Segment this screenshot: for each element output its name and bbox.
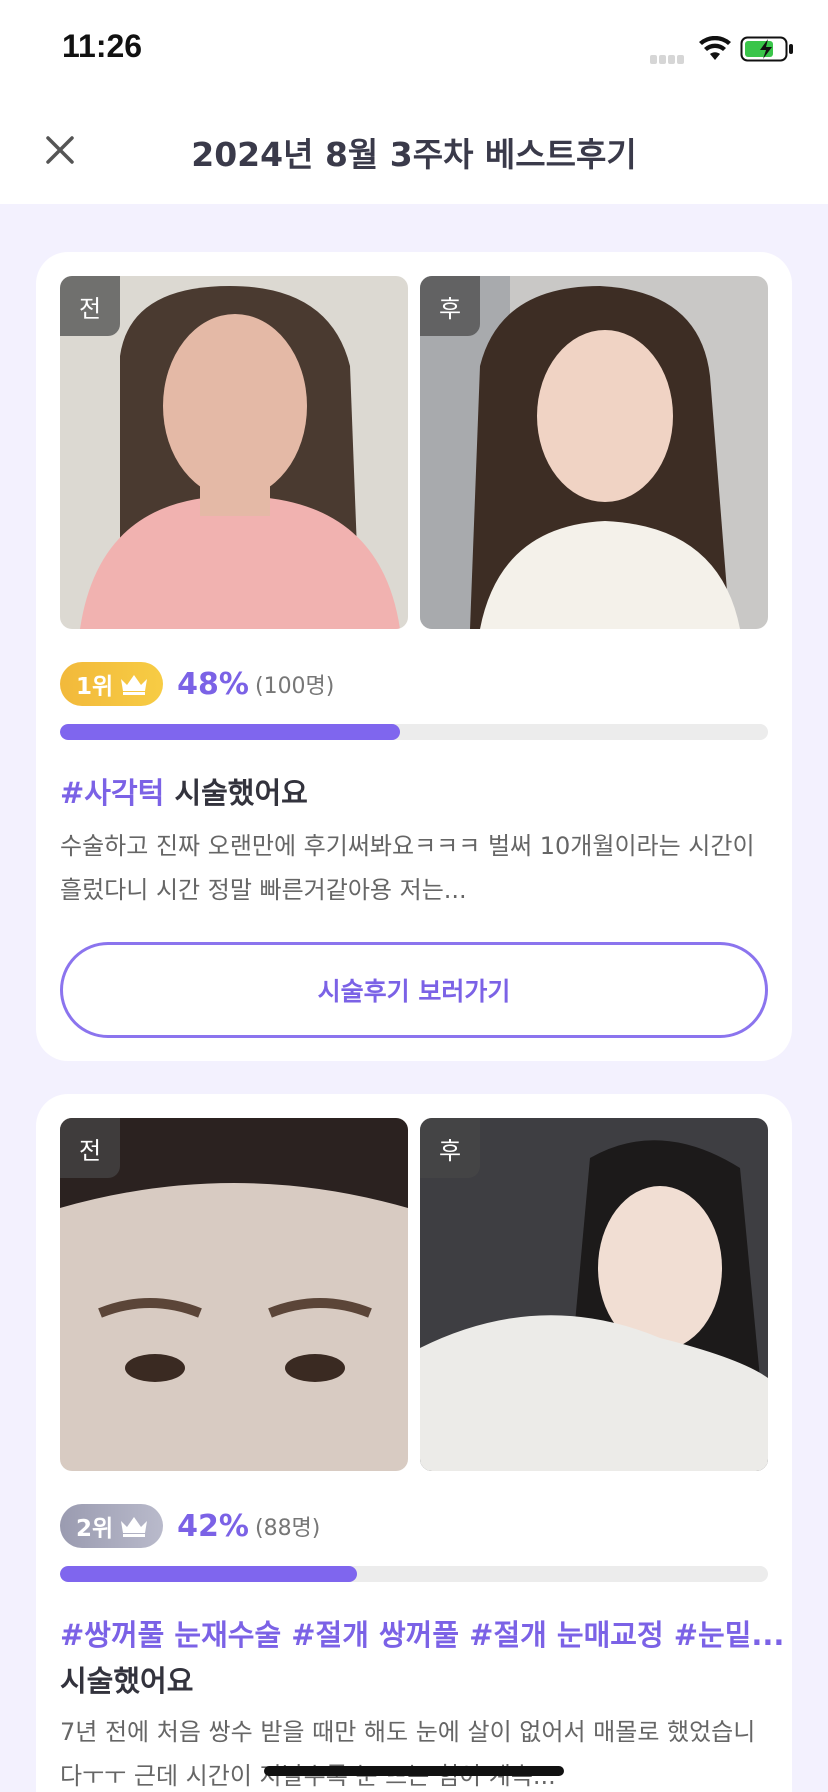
- after-photo[interactable]: 후: [420, 1118, 768, 1471]
- wifi-icon: [699, 36, 731, 60]
- page-title: 2024년 8월 3주차 베스트후기: [191, 135, 637, 174]
- vote-progress-bar: [60, 724, 768, 740]
- review-excerpt: 수술하고 진짜 오랜만에 후기써봐요ㅋㅋㅋ 벌써 10개월이라는 시간이 흘렀다…: [60, 832, 755, 904]
- before-label: 전: [60, 276, 120, 336]
- rank-badge: 2위: [60, 1504, 164, 1548]
- after-label: 후: [420, 276, 480, 336]
- vote-progress-fill: [60, 724, 400, 740]
- review-title: #쌍꺼풀 눈재수술 #절개 쌍꺼풀 #절개 눈매교정 #눈밑... 시술했어요: [60, 1612, 784, 1704]
- review-title-suffix: 시술했어요: [164, 776, 308, 810]
- crown-icon: [121, 675, 148, 695]
- rank-badge: 1위: [60, 662, 164, 706]
- review-card[interactable]: 전 후 1위 48% (100명) #사각턱 시술했어요 수술하고 진짜 오랜만…: [36, 252, 792, 1061]
- rank-text: 2위: [76, 1516, 114, 1542]
- rank-text: 1위: [76, 674, 114, 700]
- view-review-button[interactable]: 시술후기 보러가기: [60, 942, 768, 1038]
- vote-percent: 42%: [177, 1508, 249, 1544]
- review-excerpt: 7년 전에 처음 쌍수 받을 때만 해도 눈에 살이 없어서 매몰로 했었습니다…: [60, 1718, 756, 1790]
- review-title: #사각턱 시술했어요: [60, 770, 772, 816]
- home-indicator: [264, 1766, 564, 1776]
- review-tags[interactable]: #쌍꺼풀 눈재수술 #절개 쌍꺼풀 #절개 눈매교정 #눈밑...: [60, 1618, 784, 1652]
- after-label: 후: [420, 1118, 480, 1178]
- signal-icon: [650, 49, 686, 68]
- rank-row: 1위 48% (100명): [60, 662, 334, 706]
- review-title-suffix: 시술했어요: [60, 1664, 194, 1698]
- vote-progress-fill: [60, 1566, 358, 1582]
- vote-percent: 48%: [177, 666, 249, 702]
- review-card[interactable]: 전 후 2위 42% (88명) #쌍꺼풀 눈재수술 #절개 쌍꺼풀 #절개 눈…: [36, 1094, 792, 1792]
- before-photo[interactable]: 전: [60, 276, 408, 629]
- after-photo[interactable]: 후: [420, 276, 768, 629]
- vote-count: (100명): [254, 674, 335, 699]
- review-tags[interactable]: #사각턱: [60, 776, 164, 810]
- status-time: 11:26: [62, 28, 143, 64]
- vote-count: (88명): [254, 1516, 321, 1541]
- vote-progress-bar: [60, 1566, 768, 1582]
- crown-icon: [121, 1517, 148, 1537]
- rank-row: 2위 42% (88명): [60, 1504, 320, 1548]
- status-bar: 11:26: [0, 0, 828, 100]
- battery-icon: [740, 36, 793, 62]
- before-photo[interactable]: 전: [60, 1118, 408, 1471]
- page-header: 2024년 8월 3주차 베스트후기: [0, 100, 828, 204]
- before-label: 전: [60, 1118, 120, 1178]
